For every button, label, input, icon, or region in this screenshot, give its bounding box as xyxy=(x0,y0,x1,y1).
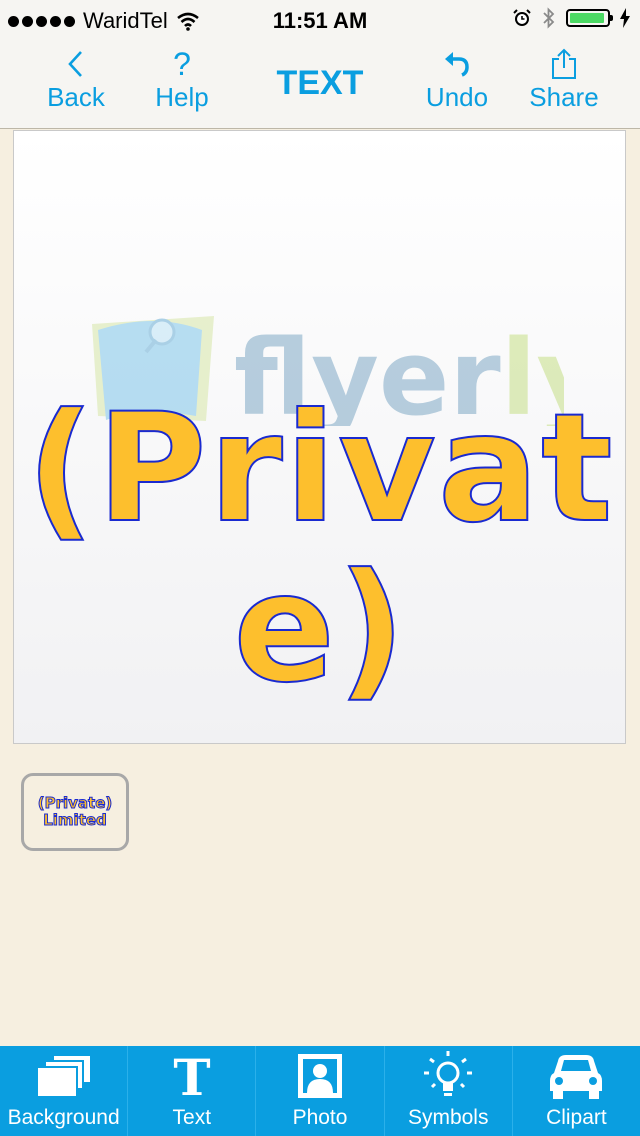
tab-background[interactable]: Background xyxy=(0,1046,129,1136)
tab-photo[interactable]: Photo xyxy=(256,1046,385,1136)
tab-symbols-label: Symbols xyxy=(407,1106,489,1129)
tab-background-label: Background xyxy=(7,1106,120,1129)
tab-clipart-label: Clipart xyxy=(546,1106,607,1129)
bottom-tab-bar: Background T Text Photo Symbols Clipart xyxy=(0,1046,640,1136)
photo-icon xyxy=(298,1054,342,1098)
status-bar: WaridTel 11:51 AM xyxy=(0,0,640,40)
flyer-text-line-2: e) xyxy=(232,542,408,716)
car-icon xyxy=(550,1055,603,1099)
question-mark-icon: ? xyxy=(173,46,191,82)
flyer-canvas[interactable]: flyerly (Privat e) xyxy=(13,130,626,744)
flyer-text-line-1: (Privat xyxy=(25,382,615,556)
chevron-left-icon xyxy=(68,51,82,77)
battery-icon xyxy=(566,9,613,27)
thumbnail-line-1: (Private) xyxy=(37,794,113,812)
bluetooth-icon xyxy=(543,7,555,29)
back-button[interactable]: Back xyxy=(40,46,112,122)
text-t-icon: T xyxy=(173,1051,210,1101)
flyer-text[interactable]: (Privat e) xyxy=(14,382,625,716)
thumbnail-line-2: Limited xyxy=(43,811,108,829)
help-label: Help xyxy=(155,82,209,112)
help-button[interactable]: ? Help xyxy=(150,46,214,122)
charging-icon xyxy=(620,8,630,28)
share-label: Share xyxy=(529,82,599,112)
tab-clipart[interactable]: Clipart xyxy=(513,1046,640,1136)
lightbulb-icon xyxy=(424,1051,473,1096)
alarm-icon xyxy=(513,9,531,26)
undo-label: Undo xyxy=(425,82,489,112)
svg-text:T: T xyxy=(173,1051,210,1101)
undo-button[interactable]: Undo xyxy=(422,46,492,122)
layers-icon xyxy=(35,1054,92,1098)
page-title: TEXT xyxy=(276,64,364,102)
share-button[interactable]: Share xyxy=(526,46,602,122)
tab-text-label: Text xyxy=(172,1106,212,1129)
tab-photo-label: Photo xyxy=(292,1106,348,1129)
tab-symbols[interactable]: Symbols xyxy=(385,1046,513,1136)
status-right xyxy=(512,7,630,29)
undo-arrow-icon xyxy=(445,52,469,77)
nav-bar: Back ? Help TEXT Undo Share xyxy=(0,40,640,129)
text-layer-thumbnail[interactable]: (Private) Limited xyxy=(21,773,129,851)
back-label: Back xyxy=(47,82,105,112)
tab-text[interactable]: T Text xyxy=(128,1046,257,1136)
share-icon xyxy=(552,48,576,79)
